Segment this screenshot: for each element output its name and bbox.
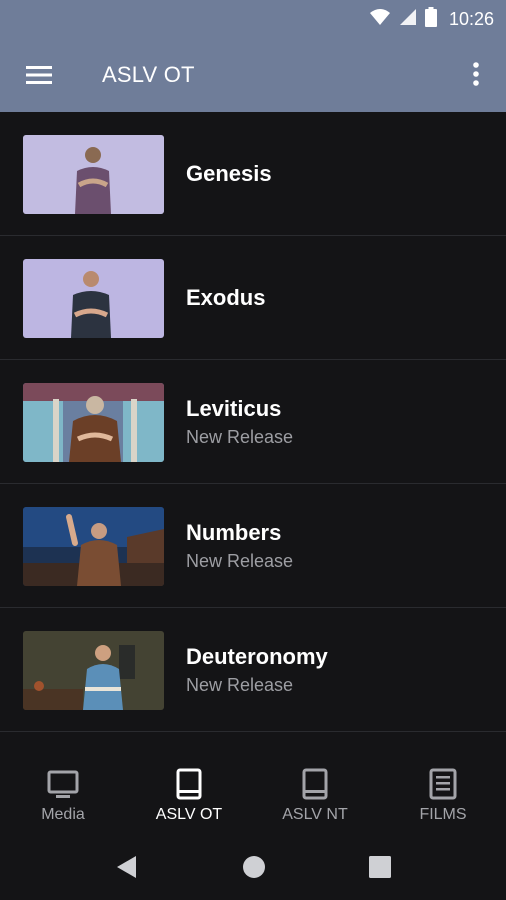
- book-icon: [173, 768, 205, 800]
- book-title: Numbers: [186, 520, 282, 545]
- video-thumbnail: [23, 507, 164, 586]
- nav-tab-aslv-nt[interactable]: ASLV NT: [252, 750, 378, 840]
- nav-tab-media[interactable]: Media: [0, 750, 126, 840]
- book-row-genesis[interactable]: Genesis: [0, 112, 506, 236]
- nav-label: ASLV NT: [282, 806, 348, 823]
- back-icon[interactable]: [114, 854, 138, 885]
- video-thumbnail: [23, 631, 164, 710]
- clock: 10:26: [448, 8, 494, 29]
- book-title: Leviticus: [186, 396, 282, 421]
- film-list-icon: [427, 768, 459, 800]
- nav-label: ASLV OT: [155, 806, 223, 823]
- page-title: ASLV OT: [102, 62, 195, 87]
- nav-label: Media: [41, 806, 85, 823]
- book-subtitle: New Release: [186, 675, 294, 695]
- menu-button[interactable]: [24, 62, 54, 88]
- home-icon[interactable]: [242, 855, 266, 884]
- nav-label: FILMS: [419, 806, 467, 823]
- app-bar: ASLV OT: [0, 38, 506, 112]
- tv-icon: [47, 768, 79, 800]
- book-title: Exodus: [186, 285, 266, 310]
- overflow-menu-button[interactable]: [466, 60, 486, 90]
- system-navigation-bar: [0, 840, 506, 900]
- book-subtitle: New Release: [186, 427, 294, 447]
- book-title: Deuteronomy: [186, 644, 328, 669]
- book-row-leviticus[interactable]: Leviticus New Release: [0, 360, 506, 484]
- recents-icon[interactable]: [368, 855, 392, 884]
- bottom-navigation: Media ASLV OT ASLV NT FILMS: [0, 750, 506, 840]
- battery-icon: [424, 6, 437, 32]
- video-thumbnail: [23, 383, 164, 462]
- book-row-numbers[interactable]: Numbers New Release: [0, 484, 506, 608]
- signal-icon: [399, 8, 417, 31]
- book-row-deuteronomy[interactable]: Deuteronomy New Release: [0, 608, 506, 732]
- video-thumbnail: [23, 135, 164, 214]
- wifi-icon: [369, 8, 391, 31]
- hamburger-menu-icon: [24, 66, 54, 92]
- book-list: Genesis Exodus Leviticus New Release Num…: [0, 112, 506, 732]
- book-icon: [299, 768, 331, 800]
- video-thumbnail: [23, 259, 164, 338]
- more-vert-icon: [466, 62, 486, 94]
- status-bar: 10:26: [0, 0, 506, 38]
- book-row-exodus[interactable]: Exodus: [0, 236, 506, 360]
- nav-tab-films[interactable]: FILMS: [380, 750, 506, 840]
- nav-tab-aslv-ot[interactable]: ASLV OT: [126, 750, 252, 840]
- book-title: Genesis: [186, 161, 272, 186]
- book-subtitle: New Release: [186, 551, 294, 571]
